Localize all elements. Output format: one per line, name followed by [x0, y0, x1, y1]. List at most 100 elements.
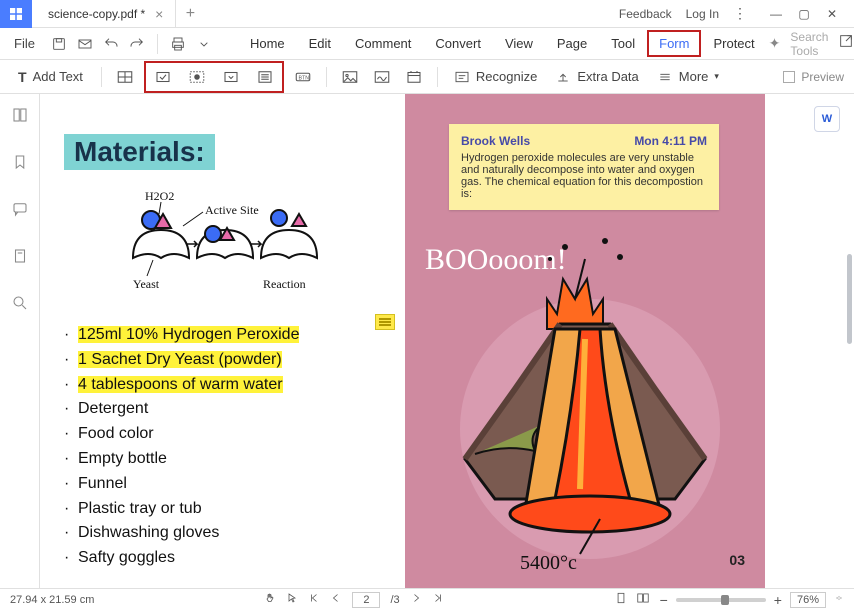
tab-title: science-copy.pdf *	[48, 7, 145, 21]
thumbnails-icon[interactable]	[11, 106, 29, 129]
materials-heading: Materials:	[64, 134, 215, 170]
page-left: Materials: H2O2 Active Site	[40, 94, 405, 588]
titlebar: science-copy.pdf * × + Feedback Log In ⋮…	[0, 0, 854, 28]
menu-edit[interactable]: Edit	[297, 30, 343, 57]
list-item: · Safty goggles	[64, 546, 381, 571]
svg-text:5400°c: 5400°c	[520, 552, 577, 574]
list-item: · Plastic tray or tub	[64, 497, 381, 522]
image-field-icon[interactable]	[337, 65, 363, 89]
left-sidebar	[0, 94, 40, 588]
comment-note[interactable]: Brook Wells Mon 4:11 PM Hydrogen peroxid…	[449, 124, 719, 210]
add-tab-button[interactable]: +	[176, 5, 204, 23]
mail-icon[interactable]	[75, 34, 95, 54]
first-page-icon[interactable]	[308, 592, 320, 607]
vertical-scrollbar[interactable]	[847, 254, 852, 344]
star-icon[interactable]: ✦	[769, 35, 781, 52]
more-button[interactable]: More ▾	[651, 69, 725, 85]
svg-text:H2O2: H2O2	[145, 189, 174, 203]
page-dimensions: 27.94 x 21.59 cm	[10, 594, 94, 606]
prev-page-icon[interactable]	[330, 592, 342, 607]
svg-text:BTN: BTN	[298, 75, 309, 81]
list-item: · 125ml 10% Hydrogen Peroxide	[64, 323, 381, 348]
zoom-value[interactable]: 76%	[790, 592, 826, 608]
close-window-button[interactable]: ✕	[818, 0, 846, 28]
preview-checkbox[interactable]	[783, 71, 795, 83]
zoom-slider[interactable]	[676, 598, 766, 602]
app-logo-icon	[0, 0, 32, 28]
menu-tool[interactable]: Tool	[599, 30, 647, 57]
bookmarks-icon[interactable]	[11, 153, 29, 176]
menu-convert[interactable]: Convert	[423, 30, 493, 57]
minimize-button[interactable]: —	[762, 0, 790, 28]
menu-protect[interactable]: Protect	[701, 30, 766, 57]
attachments-icon[interactable]	[11, 247, 29, 270]
redo-icon[interactable]	[127, 34, 147, 54]
list-item: · Food color	[64, 422, 381, 447]
menu-page[interactable]: Page	[545, 30, 599, 57]
dropdown-field-icon[interactable]	[218, 65, 244, 89]
extra-data-button[interactable]: Extra Data	[549, 69, 644, 85]
volcano-illustration: BOOooom!	[405, 229, 765, 574]
document-tab[interactable]: science-copy.pdf * ×	[32, 0, 176, 27]
hand-tool-icon[interactable]	[264, 592, 276, 607]
word-export-badge[interactable]: W	[814, 106, 840, 132]
menu-home[interactable]: Home	[238, 30, 297, 57]
last-page-icon[interactable]	[432, 592, 444, 607]
search-panel-icon[interactable]	[11, 294, 29, 317]
select-tool-icon[interactable]	[286, 592, 298, 607]
maximize-button[interactable]: ▢	[790, 0, 818, 28]
single-page-view-icon[interactable]	[614, 591, 628, 608]
listbox-field-icon[interactable]	[252, 65, 278, 89]
zoom-out-button[interactable]: −	[660, 592, 668, 608]
menu-view[interactable]: View	[493, 30, 545, 57]
menu-comment[interactable]: Comment	[343, 30, 423, 57]
page-input[interactable]: 2	[352, 592, 380, 608]
recognize-button[interactable]: Recognize	[448, 69, 543, 85]
checkbox-field-icon[interactable]	[150, 65, 176, 89]
file-menu[interactable]: File	[6, 36, 43, 51]
statusbar: 27.94 x 21.59 cm 2 /3 − + 76%	[0, 588, 854, 610]
enzyme-diagram: H2O2 Active Site	[64, 188, 381, 303]
add-text-button[interactable]: T Add Text	[10, 69, 91, 85]
svg-text:BOOooom!: BOOooom!	[425, 243, 567, 276]
page-number: 03	[729, 552, 745, 568]
svg-text:Reaction: Reaction	[263, 277, 306, 291]
feedback-link[interactable]: Feedback	[619, 7, 672, 21]
list-item: · Dishwashing gloves	[64, 521, 381, 546]
form-field-group	[144, 61, 284, 93]
preview-toggle[interactable]: Preview	[783, 70, 844, 84]
zoom-in-button[interactable]: +	[774, 592, 782, 608]
two-page-view-icon[interactable]	[636, 591, 650, 608]
page-right: Brook Wells Mon 4:11 PM Hydrogen peroxid…	[405, 94, 765, 588]
next-page-icon[interactable]	[410, 592, 422, 607]
menu-form[interactable]: Form	[647, 30, 701, 57]
list-item: · 4 tablespoons of warm water	[64, 373, 381, 398]
document-canvas[interactable]: Materials: H2O2 Active Site	[40, 94, 854, 588]
comments-icon[interactable]	[11, 200, 29, 223]
zoom-dropdown-icon[interactable]	[834, 593, 844, 606]
svg-text:Active Site: Active Site	[205, 203, 259, 217]
more-menu-icon[interactable]: ⋮	[733, 5, 748, 22]
date-field-icon[interactable]	[401, 65, 427, 89]
form-align-icon[interactable]	[112, 65, 138, 89]
button-field-icon[interactable]: BTN	[290, 65, 316, 89]
main-area: Materials: H2O2 Active Site	[0, 94, 854, 588]
materials-list: · 125ml 10% Hydrogen Peroxide· 1 Sachet …	[64, 323, 381, 571]
share-icon[interactable]	[838, 33, 854, 54]
menubar: File HomeEditCommentConvertViewPageToolF…	[0, 28, 854, 60]
close-tab-icon[interactable]: ×	[155, 6, 163, 22]
undo-icon[interactable]	[101, 34, 121, 54]
sticky-note-icon[interactable]	[375, 314, 395, 330]
radio-field-icon[interactable]	[184, 65, 210, 89]
login-link[interactable]: Log In	[686, 7, 719, 21]
note-body: Hydrogen peroxide molecules are very uns…	[461, 152, 707, 200]
print-icon[interactable]	[168, 34, 188, 54]
search-tools-input[interactable]: Search Tools	[790, 30, 828, 58]
list-item: · 1 Sachet Dry Yeast (powder)	[64, 348, 381, 373]
save-icon[interactable]	[49, 34, 69, 54]
note-time: Mon 4:11 PM	[634, 134, 707, 148]
note-author: Brook Wells	[461, 134, 530, 148]
print-dropdown-icon[interactable]	[194, 34, 214, 54]
list-item: · Detergent	[64, 397, 381, 422]
signature-field-icon[interactable]	[369, 65, 395, 89]
